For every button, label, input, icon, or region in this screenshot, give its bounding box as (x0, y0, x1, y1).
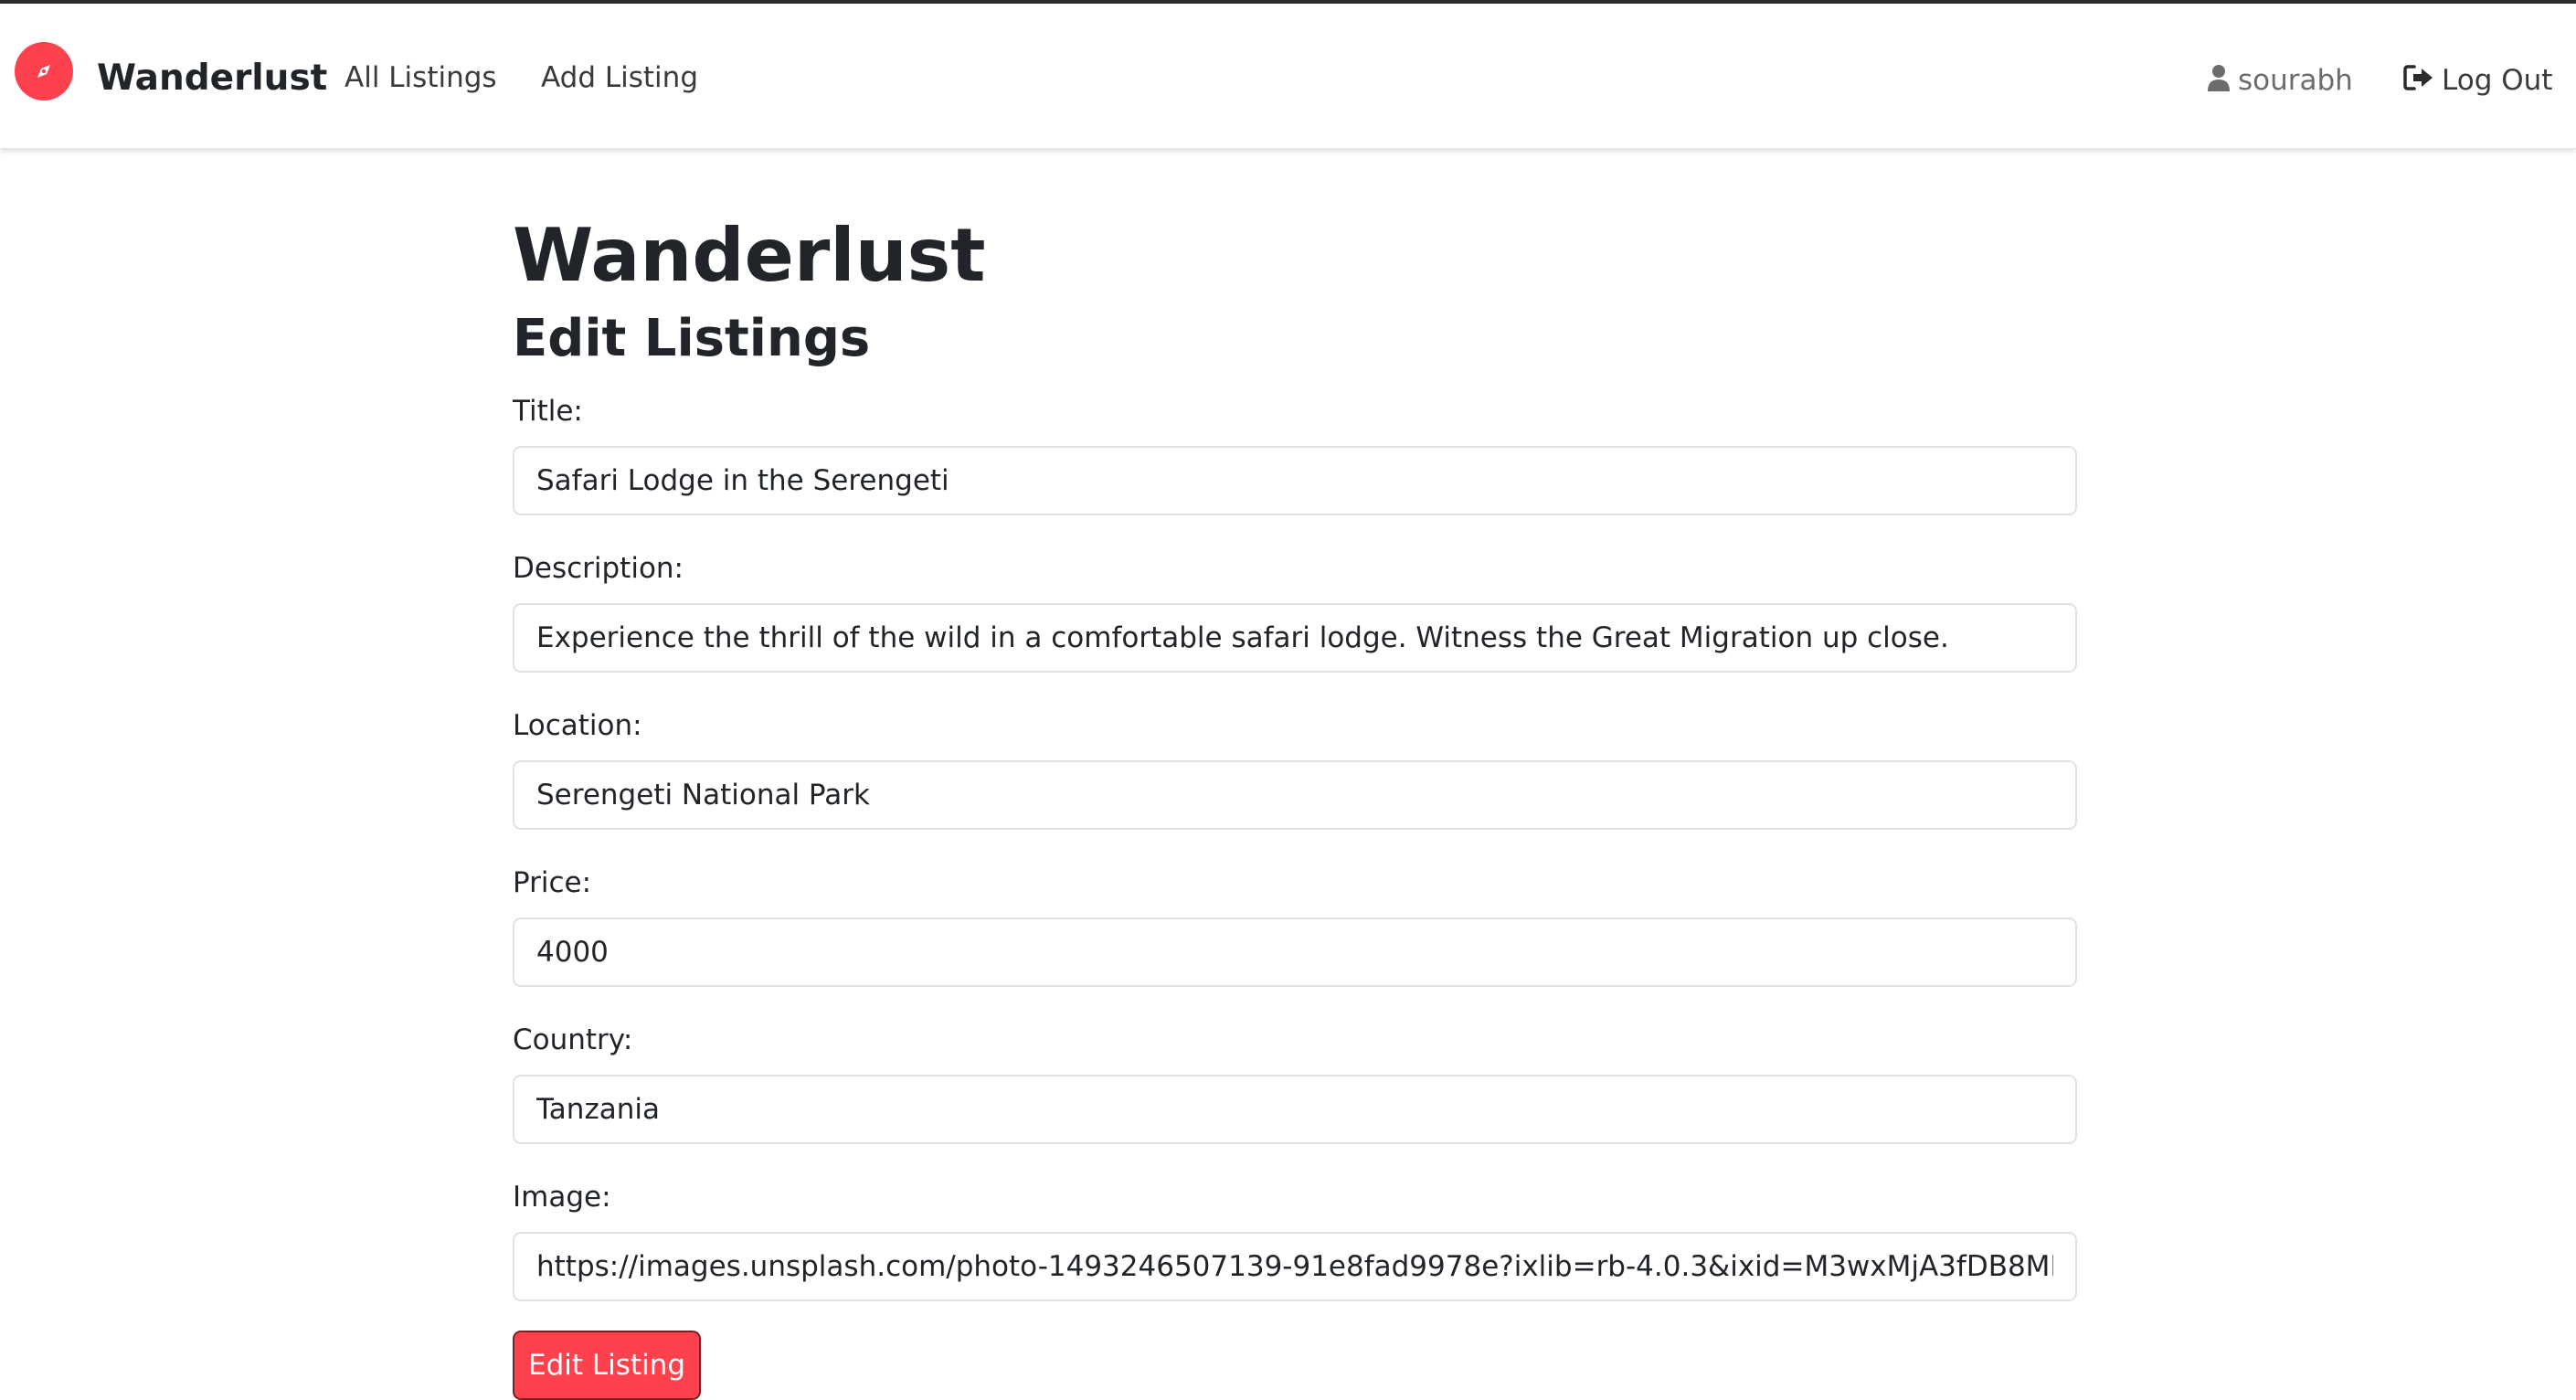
compass-icon[interactable] (15, 42, 73, 101)
price-input[interactable] (513, 917, 2077, 987)
nav-user[interactable]: sourabh (2207, 64, 2353, 97)
logout-link[interactable]: Log Out (2403, 64, 2552, 97)
page-subtitle: Edit Listings (513, 309, 871, 368)
username-label: sourabh (2238, 63, 2353, 97)
location-input[interactable] (513, 760, 2077, 830)
image-url-input[interactable] (513, 1232, 2077, 1301)
location-label: Location: (513, 709, 642, 742)
nav-all-listings[interactable]: All Listings (345, 64, 497, 92)
country-label: Country: (513, 1023, 633, 1056)
image-label: Image: (513, 1181, 611, 1214)
page-title: Wanderlust (513, 213, 986, 298)
logout-label: Log Out (2442, 63, 2553, 97)
price-label: Price: (513, 866, 592, 899)
brand-name[interactable]: Wanderlust (97, 60, 327, 96)
navbar: Wanderlust All Listings Add Listing sour… (0, 4, 2576, 149)
title-label: Title: (513, 395, 583, 428)
description-input[interactable] (513, 603, 2077, 673)
logout-icon (2403, 64, 2434, 97)
title-input[interactable] (513, 446, 2077, 515)
nav-add-listing[interactable]: Add Listing (541, 64, 698, 92)
country-input[interactable] (513, 1075, 2077, 1144)
edit-listing-button[interactable]: Edit Listing (513, 1331, 701, 1400)
user-icon (2207, 64, 2231, 97)
description-label: Description: (513, 552, 684, 585)
